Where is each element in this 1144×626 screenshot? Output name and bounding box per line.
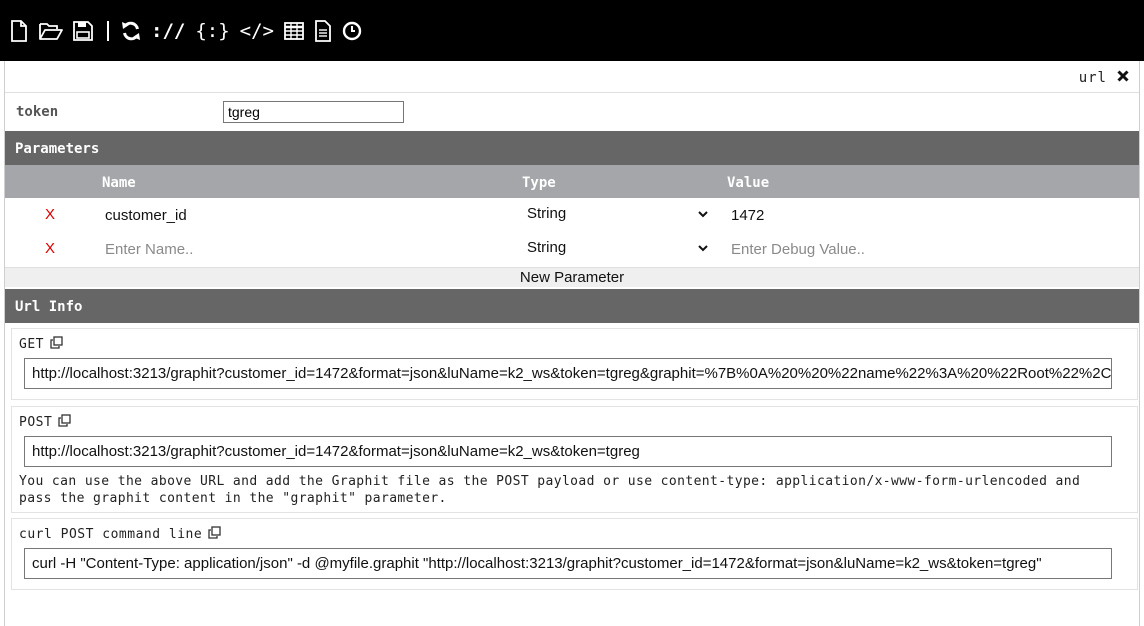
close-icon[interactable] bbox=[1117, 69, 1129, 87]
url-info-header: Url Info bbox=[5, 289, 1139, 323]
new-file-icon[interactable] bbox=[9, 19, 29, 42]
parameter-name-input[interactable] bbox=[101, 202, 501, 228]
get-label-row: GET bbox=[19, 336, 63, 353]
token-input[interactable] bbox=[223, 101, 404, 123]
column-name: Name bbox=[102, 175, 136, 191]
panel-header: url bbox=[5, 61, 1139, 93]
parameters-header: Parameters bbox=[5, 131, 1139, 165]
get-label: GET bbox=[19, 337, 44, 352]
toolbar-separator bbox=[107, 20, 109, 41]
save-icon[interactable] bbox=[73, 20, 93, 42]
delete-parameter-button[interactable]: X bbox=[45, 240, 55, 257]
parameter-row: X String bbox=[5, 198, 1139, 232]
copy-icon[interactable] bbox=[58, 414, 71, 431]
url-panel: url token Parameters Name Type Value X S… bbox=[4, 61, 1140, 626]
post-url-field[interactable]: http://localhost:3213/graphit?customer_i… bbox=[24, 436, 1112, 467]
parameter-value-input[interactable] bbox=[727, 202, 1127, 228]
parameter-row: X String bbox=[5, 232, 1139, 266]
post-label-row: POST bbox=[19, 414, 71, 431]
post-label: POST bbox=[19, 415, 53, 430]
post-note: You can use the above URL and add the Gr… bbox=[19, 474, 1081, 506]
chevron-down-icon bbox=[698, 211, 708, 218]
delete-parameter-button[interactable]: X bbox=[45, 206, 55, 223]
column-value: Value bbox=[727, 175, 770, 191]
refresh-icon[interactable] bbox=[121, 20, 141, 42]
chevron-down-icon bbox=[698, 245, 708, 252]
open-folder-icon[interactable] bbox=[39, 20, 63, 42]
curl-command-field[interactable]: curl -H "Content-Type: application/json"… bbox=[24, 548, 1112, 579]
curl-label-row: curl POST command line bbox=[19, 526, 221, 543]
column-type: Type bbox=[522, 175, 556, 191]
code-view-button[interactable]: </> bbox=[240, 20, 274, 42]
token-label: token bbox=[16, 104, 59, 120]
parameter-name-input[interactable] bbox=[101, 236, 501, 262]
parameter-value-input[interactable] bbox=[727, 236, 1127, 262]
parameters-column-header: Name Type Value bbox=[5, 165, 1139, 198]
parameter-type-value: String bbox=[527, 239, 567, 256]
document-icon[interactable] bbox=[314, 19, 332, 42]
get-url-box: GET http://localhost:3213/graphit?custom… bbox=[11, 328, 1138, 400]
json-view-button[interactable]: {:} bbox=[195, 20, 229, 42]
copy-icon[interactable] bbox=[50, 336, 63, 353]
parameter-type-value: String bbox=[527, 205, 567, 222]
table-icon[interactable] bbox=[284, 20, 304, 42]
copy-icon[interactable] bbox=[208, 526, 221, 543]
toolbar: :// {:} </> bbox=[0, 0, 1144, 61]
panel-tab-label: url bbox=[1078, 70, 1107, 86]
get-url-field[interactable]: http://localhost:3213/graphit?customer_i… bbox=[24, 358, 1112, 389]
new-parameter-button[interactable]: New Parameter bbox=[5, 267, 1139, 287]
token-row: token bbox=[5, 94, 1139, 131]
parameter-type-select[interactable]: String bbox=[523, 236, 713, 262]
url-view-button[interactable]: :// bbox=[151, 20, 185, 42]
curl-box: curl POST command line curl -H "Content-… bbox=[11, 518, 1138, 590]
parameter-type-select[interactable]: String bbox=[523, 202, 713, 228]
clock-icon[interactable] bbox=[342, 20, 362, 42]
post-url-box: POST http://localhost:3213/graphit?custo… bbox=[11, 406, 1138, 513]
curl-label: curl POST command line bbox=[19, 527, 203, 542]
